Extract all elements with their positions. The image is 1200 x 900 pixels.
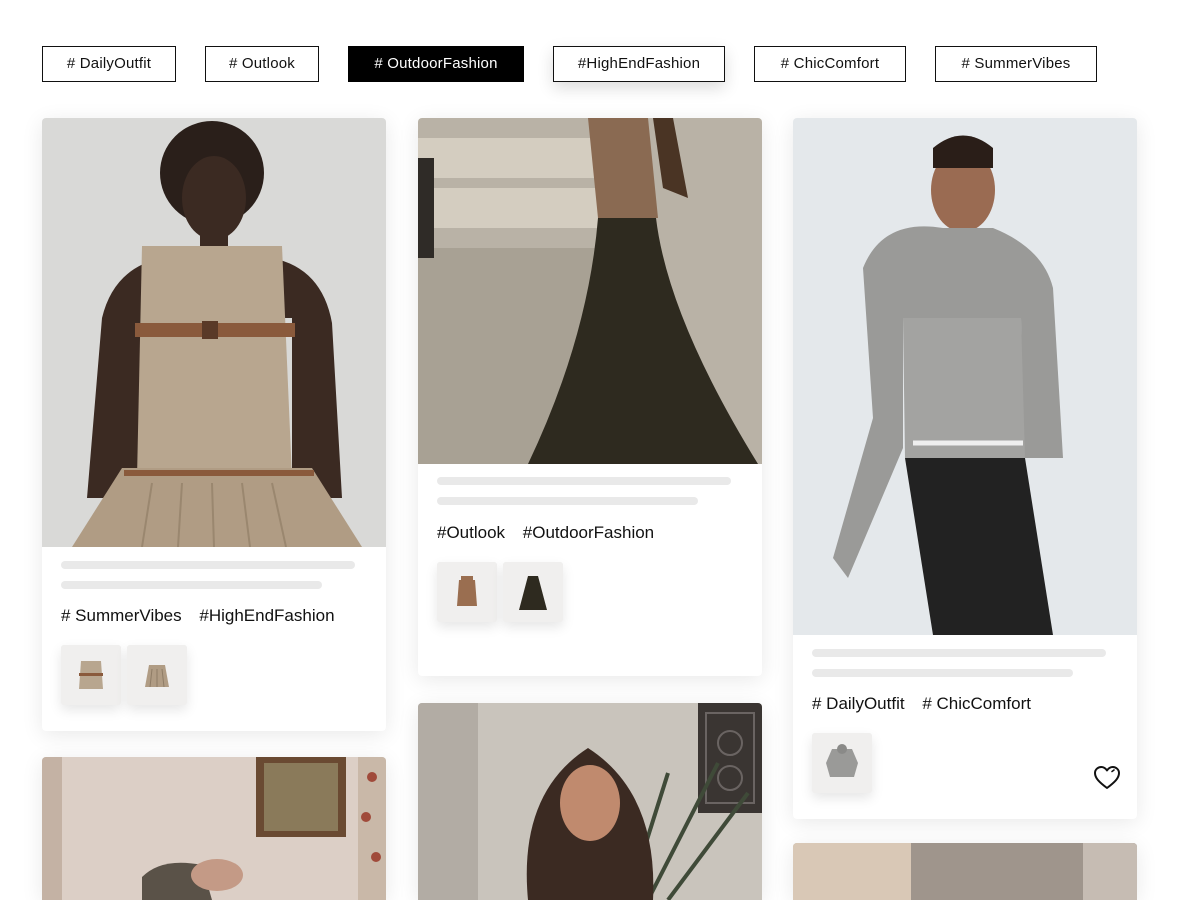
product-thumb-tan-pleated-skirt[interactable]	[127, 645, 187, 705]
product-thumb-tan-corset-top[interactable]	[61, 645, 121, 705]
post-card[interactable]	[42, 757, 386, 900]
post-card[interactable]: # DailyOutfit # ChicComfort	[793, 118, 1137, 819]
filter-tag-chiccomfort[interactable]: # ChicComfort	[754, 46, 906, 82]
post-photo[interactable]	[793, 843, 1137, 900]
filter-tag-highendfashion[interactable]: #HighEndFashion	[553, 46, 725, 82]
post-card[interactable]	[793, 843, 1137, 900]
filter-tag-dailyoutfit[interactable]: # DailyOutfit	[42, 46, 176, 82]
text-placeholder-line	[437, 497, 698, 505]
post-photo[interactable]	[42, 118, 386, 547]
text-placeholder-line	[61, 561, 355, 569]
post-card[interactable]: #Outlook #OutdoorFashion	[418, 118, 762, 676]
text-placeholder-line	[812, 669, 1073, 677]
hashtag-filter-bar: # DailyOutfit # Outlook # OutdoorFashion…	[0, 0, 1200, 110]
filter-tag-outdoorfashion[interactable]: # OutdoorFashion	[348, 46, 524, 82]
post-hashtag[interactable]: #Outlook	[437, 523, 505, 542]
post-hashtag[interactable]: # SummerVibes	[61, 606, 182, 625]
post-hashtags: #Outlook #OutdoorFashion	[437, 523, 667, 543]
post-hashtags: # DailyOutfit # ChicComfort	[812, 694, 1044, 714]
post-hashtag[interactable]: # DailyOutfit	[812, 694, 905, 713]
post-card[interactable]: # SummerVibes #HighEndFashion	[42, 118, 386, 731]
filter-tag-summervibes[interactable]: # SummerVibes	[935, 46, 1097, 82]
product-thumb-dark-maxi-skirt[interactable]	[503, 562, 563, 622]
post-hashtag[interactable]: # ChicComfort	[922, 694, 1031, 713]
text-placeholder-line	[61, 581, 322, 589]
product-thumb-grey-knit-hoodie[interactable]	[812, 733, 872, 793]
post-hashtag[interactable]: #OutdoorFashion	[523, 523, 654, 542]
product-thumb-knit-vest[interactable]	[437, 562, 497, 622]
text-placeholder-line	[812, 649, 1106, 657]
post-photo[interactable]	[418, 118, 762, 464]
post-card[interactable]	[418, 703, 762, 900]
post-photo[interactable]	[42, 757, 386, 900]
post-photo[interactable]	[793, 118, 1137, 635]
post-hashtags: # SummerVibes #HighEndFashion	[61, 606, 348, 626]
filter-tag-outlook[interactable]: # Outlook	[205, 46, 319, 82]
post-photo[interactable]	[418, 703, 762, 900]
text-placeholder-line	[437, 477, 731, 485]
heart-icon[interactable]	[1093, 764, 1121, 792]
post-hashtag[interactable]: #HighEndFashion	[199, 606, 334, 625]
